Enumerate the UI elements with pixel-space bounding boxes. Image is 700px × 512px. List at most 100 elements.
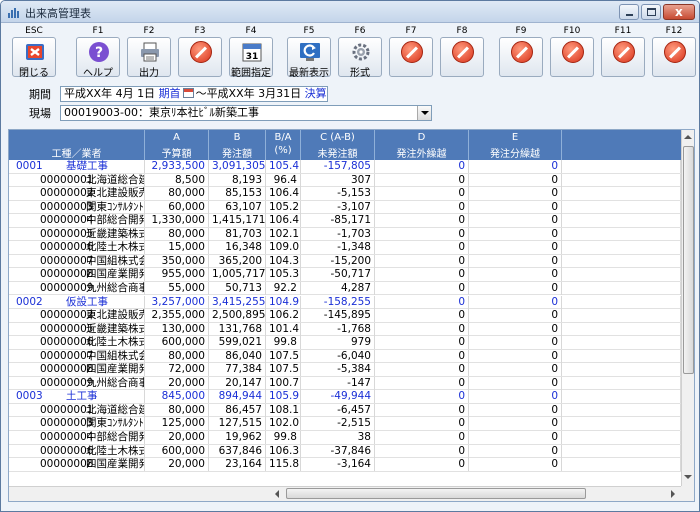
value-cell-c[interactable]: -49,944: [301, 390, 375, 404]
horizontal-scrollbar[interactable]: [271, 486, 681, 501]
value-cell-pct[interactable]: 109.0: [266, 241, 301, 255]
value-cell-pct[interactable]: 105.9: [266, 390, 301, 404]
toolbar-button-f12[interactable]: [652, 37, 696, 77]
value-cell-e[interactable]: 0: [469, 322, 562, 336]
value-cell-d[interactable]: 0: [375, 227, 469, 241]
value-cell-c[interactable]: -1,703: [301, 227, 375, 241]
value-cell-pct[interactable]: 106.2: [266, 309, 301, 323]
value-cell-a[interactable]: 350,000: [145, 254, 209, 268]
trade-vendor-cell[interactable]: 00000005近畿建築株式会社: [9, 322, 145, 336]
value-cell-b[interactable]: 1,415,171: [209, 214, 266, 228]
value-cell-a[interactable]: 80,000: [145, 403, 209, 417]
value-cell-d[interactable]: 0: [375, 417, 469, 431]
trade-vendor-cell[interactable]: 0003 土工事: [9, 390, 145, 404]
trade-vendor-cell[interactable]: 00000008四国産業開発株式: [9, 458, 145, 472]
value-cell-pct[interactable]: 102.1: [266, 227, 301, 241]
column-header[interactable]: C (A-B) 未発注額: [301, 130, 375, 160]
value-cell-pct[interactable]: 101.4: [266, 322, 301, 336]
value-cell-pct[interactable]: 99.8: [266, 336, 301, 350]
value-cell-pct[interactable]: 104.3: [266, 254, 301, 268]
scroll-down-icon[interactable]: [682, 471, 694, 484]
value-cell-b[interactable]: 19,962: [209, 431, 266, 444]
value-cell-e[interactable]: 0: [469, 295, 562, 309]
value-cell-pct[interactable]: 105.4: [266, 160, 301, 173]
table-row[interactable]: 00000007中国組株式会社350,000365,200104.3-15,20…: [9, 254, 681, 269]
trade-vendor-cell[interactable]: 00000004中部総合開発株式: [9, 431, 145, 444]
trade-vendor-cell[interactable]: 00000007中国組株式会社: [9, 254, 145, 268]
trade-vendor-cell[interactable]: 00000002東北建設販売株式: [9, 187, 145, 201]
toolbar-button-f4[interactable]: 31 範囲指定: [229, 37, 273, 79]
value-cell-b[interactable]: 81,703: [209, 227, 266, 241]
value-cell-d[interactable]: 0: [375, 458, 469, 472]
value-cell-e[interactable]: 0: [469, 444, 562, 458]
trade-vendor-cell[interactable]: 00000009九州総合商事株式: [9, 376, 145, 390]
column-header[interactable]: A 予算額: [145, 130, 209, 160]
horizontal-scroll-thumb[interactable]: [286, 488, 586, 499]
table-row[interactable]: 00000001北海道総合建設株80,00086,457108.1-6,4570…: [9, 403, 681, 418]
value-cell-a[interactable]: 20,000: [145, 458, 209, 472]
value-cell-e[interactable]: 0: [469, 376, 562, 390]
trade-vendor-cell[interactable]: 00000007中国組株式会社: [9, 349, 145, 363]
table-row[interactable]: 00000006北陸土木株式会社600,000599,02199.897900: [9, 336, 681, 350]
trade-vendor-cell[interactable]: 00000001北海道総合建設株: [9, 403, 145, 417]
trade-vendor-cell[interactable]: 00000006北陸土木株式会社: [9, 444, 145, 458]
value-cell-d[interactable]: 0: [375, 268, 469, 282]
value-cell-c[interactable]: -5,153: [301, 187, 375, 201]
table-row[interactable]: 00000007中国組株式会社80,00086,040107.5-6,04000: [9, 349, 681, 364]
value-cell-a[interactable]: 8,500: [145, 173, 209, 187]
value-cell-e[interactable]: 0: [469, 200, 562, 214]
value-cell-pct[interactable]: 92.2: [266, 281, 301, 295]
calendar-icon[interactable]: [182, 88, 194, 98]
value-cell-e[interactable]: 0: [469, 241, 562, 255]
value-cell-c[interactable]: -6,457: [301, 403, 375, 417]
value-cell-e[interactable]: 0: [469, 160, 562, 173]
value-cell-b[interactable]: 894,944: [209, 390, 266, 404]
scroll-up-icon[interactable]: [682, 131, 694, 144]
value-cell-a[interactable]: 72,000: [145, 363, 209, 377]
toolbar-button-f10[interactable]: [550, 37, 594, 77]
value-cell-e[interactable]: 0: [469, 431, 562, 444]
table-row[interactable]: 00000005近畿建築株式会社80,00081,703102.1-1,7030…: [9, 227, 681, 242]
toolbar-button-f9[interactable]: [499, 37, 543, 77]
value-cell-d[interactable]: 0: [375, 200, 469, 214]
value-cell-b[interactable]: 50,713: [209, 281, 266, 295]
value-cell-b[interactable]: 1,005,717: [209, 268, 266, 282]
period-to-tag[interactable]: 決算: [305, 87, 327, 100]
table-row[interactable]: 00000004中部総合開発株式20,00019,96299.83800: [9, 431, 681, 445]
value-cell-a[interactable]: 55,000: [145, 281, 209, 295]
value-cell-pct[interactable]: 106.4: [266, 214, 301, 228]
value-cell-c[interactable]: -1,348: [301, 241, 375, 255]
toolbar-button-f2[interactable]: 出力: [127, 37, 171, 79]
value-cell-e[interactable]: 0: [469, 254, 562, 268]
value-cell-b[interactable]: 86,457: [209, 403, 266, 417]
value-cell-b[interactable]: 16,348: [209, 241, 266, 255]
period-from[interactable]: 平成XX年 4月 1日: [64, 87, 155, 100]
value-cell-e[interactable]: 0: [469, 349, 562, 363]
value-cell-b[interactable]: 127,515: [209, 417, 266, 431]
value-cell-b[interactable]: 85,153: [209, 187, 266, 201]
toolbar-button-f7[interactable]: [389, 37, 433, 77]
title-bar[interactable]: 出来高管理表 x: [1, 1, 699, 23]
trade-vendor-cell[interactable]: 0002 仮設工事: [9, 295, 145, 309]
value-cell-a[interactable]: 130,000: [145, 322, 209, 336]
value-cell-b[interactable]: 77,384: [209, 363, 266, 377]
value-cell-pct[interactable]: 96.4: [266, 173, 301, 187]
value-cell-b[interactable]: 3,415,255: [209, 295, 266, 309]
value-cell-b[interactable]: 23,164: [209, 458, 266, 472]
table-row[interactable]: 00000002東北建設販売株式80,00085,153106.4-5,1530…: [9, 187, 681, 201]
value-cell-a[interactable]: 2,933,500: [145, 160, 209, 173]
table-row[interactable]: 00000006北陸土木株式会社600,000637,846106.3-37,8…: [9, 444, 681, 459]
trade-vendor-cell[interactable]: 00000009九州総合商事株式: [9, 281, 145, 295]
chevron-down-icon[interactable]: [417, 106, 431, 120]
table-row[interactable]: 00000005近畿建築株式会社130,000131,768101.4-1,76…: [9, 322, 681, 337]
value-cell-d[interactable]: 0: [375, 363, 469, 377]
value-cell-d[interactable]: 0: [375, 160, 469, 173]
value-cell-e[interactable]: 0: [469, 227, 562, 241]
column-header[interactable]: D 発注外繰越: [375, 130, 469, 160]
table-row[interactable]: 00000008四国産業開発株式20,00023,164115.8-3,1640…: [9, 458, 681, 472]
value-cell-b[interactable]: 3,091,305: [209, 160, 266, 173]
value-cell-pct[interactable]: 105.2: [266, 200, 301, 214]
maximize-button[interactable]: [641, 4, 661, 20]
table-row[interactable]: 00000009九州総合商事株式55,00050,71392.24,28700: [9, 281, 681, 296]
value-cell-e[interactable]: 0: [469, 173, 562, 187]
